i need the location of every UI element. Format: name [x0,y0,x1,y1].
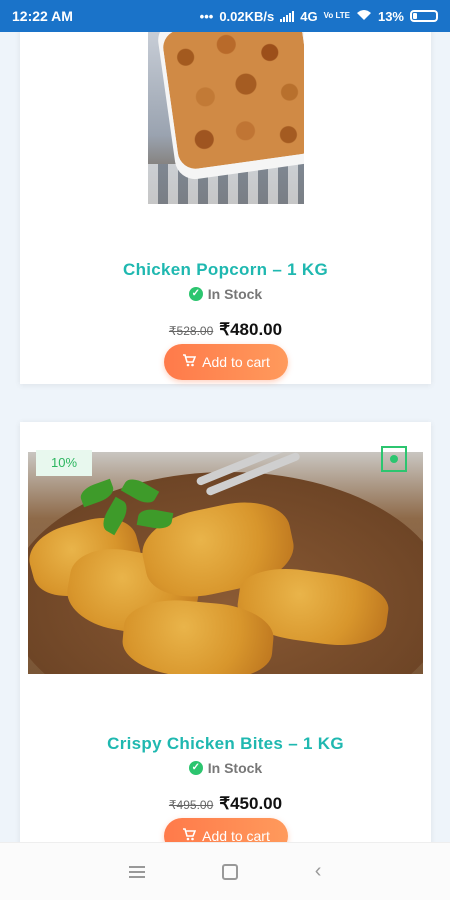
battery-icon [410,10,438,22]
price-row: ₹495.00 ₹450.00 [20,794,431,814]
wifi-icon [356,9,372,24]
status-time: 12:22 AM [12,8,73,24]
dot-icon [390,455,398,463]
wishlist-toggle[interactable] [381,446,407,472]
old-price: ₹528.00 [168,324,214,338]
discount-badge: 10% [36,450,92,476]
cart-icon [182,354,197,370]
add-to-cart-label: Add to cart [202,828,270,842]
volte-icon: Vo LTE [323,11,350,20]
check-icon: ✓ [188,761,203,775]
check-icon: ✓ [188,287,203,301]
add-to-cart-label: Add to cart [202,354,270,370]
cart-icon [182,828,197,842]
product-title[interactable]: Chicken Popcorn – 1 KG [20,260,431,280]
status-bar: 12:22 AM ••• 0.02KB/s 4G Vo LTE 13% [0,0,450,32]
system-nav-bar: ‹ [0,842,450,900]
stock-status: ✓ In Stock [20,760,431,776]
product-card[interactable]: 10% Crispy Chicken Bites – 1 KG ✓ In Sto… [20,422,431,842]
add-to-cart-button[interactable]: Add to cart [164,344,288,380]
home-icon[interactable] [221,863,238,880]
add-to-cart-button[interactable]: Add to cart [164,818,288,842]
status-indicators: ••• 0.02KB/s 4G Vo LTE 13% [200,9,438,24]
price-row: ₹528.00 ₹480.00 [20,320,431,340]
menu-icon[interactable] [128,865,145,878]
old-price: ₹495.00 [168,798,214,812]
new-price: ₹450.00 [219,794,283,813]
stock-label: In Stock [207,286,263,302]
network-speed: 0.02KB/s [219,8,275,24]
dots-icon: ••• [199,8,214,24]
product-list[interactable]: Chicken Popcorn – 1 KG ✓ In Stock ₹528.0… [0,32,450,842]
back-icon[interactable]: ‹ [315,860,322,883]
product-title[interactable]: Crispy Chicken Bites – 1 KG [20,734,431,754]
signal-icon [280,10,295,22]
battery-percent: 13% [377,8,404,24]
stock-status: ✓ In Stock [20,286,431,302]
new-price: ₹480.00 [219,320,283,339]
network-type: 4G [300,8,318,24]
stock-label: In Stock [207,760,263,776]
product-card[interactable]: Chicken Popcorn – 1 KG ✓ In Stock ₹528.0… [20,32,431,384]
product-image[interactable] [148,32,304,204]
product-image[interactable] [28,452,423,674]
